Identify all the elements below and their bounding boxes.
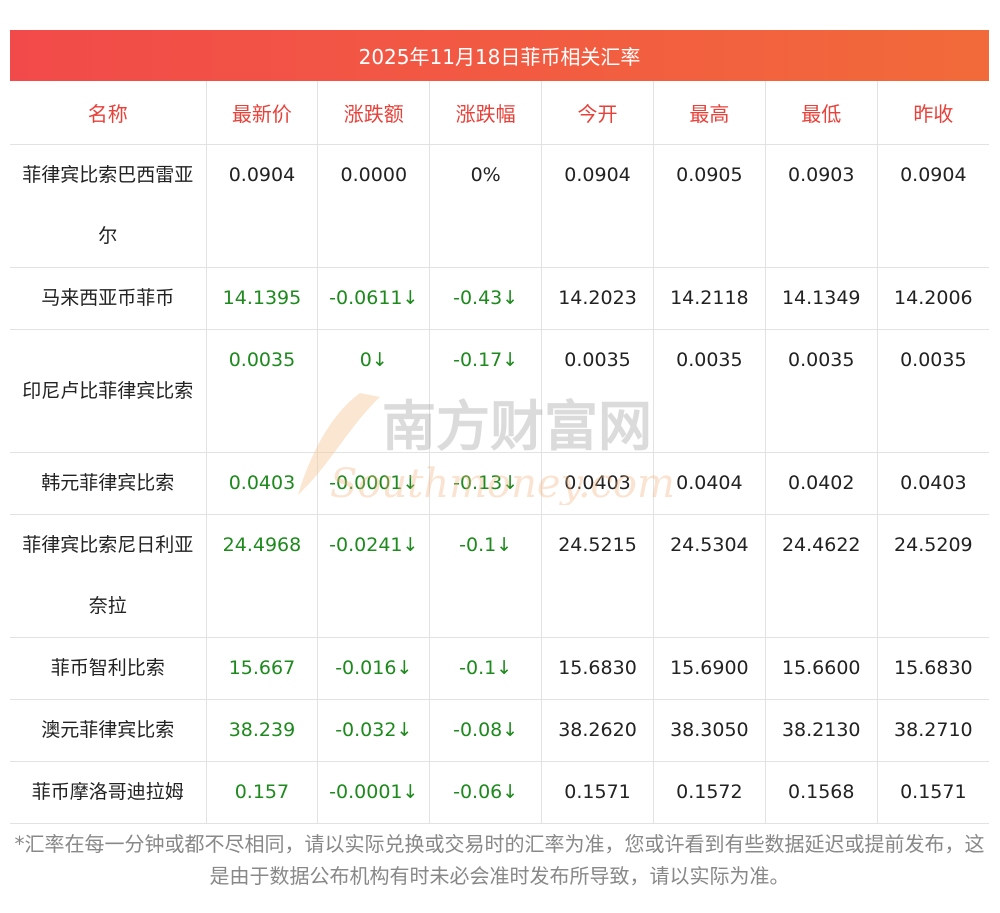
cell-open: 0.0035 xyxy=(541,329,654,453)
cell-pct: -0.1↓ xyxy=(429,637,543,700)
table-row: 马来西亚币菲币 14.1395 -0.0611↓ -0.43↓ 14.2023 14.21… xyxy=(10,267,990,330)
cell-latest: 0.0904 xyxy=(206,144,319,268)
cell-open: 0.0904 xyxy=(541,144,654,268)
header-change: 涨跌额 xyxy=(317,81,431,145)
cell-change: 0↓ xyxy=(317,329,431,453)
cell-open: 38.2620 xyxy=(541,699,654,762)
cell-open: 0.1571 xyxy=(541,761,654,824)
cell-change: -0.0611↓ xyxy=(317,267,431,330)
table-row: 菲律宾比索尼日利亚奈拉 24.4968 -0.0241↓ -0.1↓ 24.5215 24… xyxy=(10,514,990,638)
header-high: 最高 xyxy=(653,81,766,145)
cell-name: 菲币摩洛哥迪拉姆 xyxy=(10,761,207,824)
cell-name: 菲律宾比索巴西雷亚尔 xyxy=(10,144,207,268)
cell-pct: -0.13↓ xyxy=(429,452,543,515)
cell-pct: -0.1↓ xyxy=(429,514,543,638)
cell-latest: 15.667 xyxy=(206,637,319,700)
cell-name: 菲律宾比索尼日利亚奈拉 xyxy=(10,514,207,638)
table-header-row: 名称 最新价 涨跌额 涨跌幅 今开 最高 最低 昨收 xyxy=(10,81,990,145)
cell-name: 澳元菲律宾比索 xyxy=(10,699,207,762)
cell-open: 0.0403 xyxy=(541,452,654,515)
cell-change: -0.0001↓ xyxy=(317,761,431,824)
cell-pct: 0% xyxy=(429,144,543,268)
cell-high: 24.5304 xyxy=(653,514,766,638)
cell-pct: -0.08↓ xyxy=(429,699,543,762)
cell-high: 0.1572 xyxy=(653,761,766,824)
cell-name: 马来西亚币菲币 xyxy=(10,267,207,330)
cell-open: 15.6830 xyxy=(541,637,654,700)
rates-panel: 2025年11月18日菲币相关汇率 名称 最新价 涨跌额 涨跌幅 今开 最高 最… xyxy=(10,30,990,824)
cell-prev: 14.2006 xyxy=(877,267,990,330)
rates-table: 名称 最新价 涨跌额 涨跌幅 今开 最高 最低 昨收 菲律宾比索巴西雷亚尔 0.0… xyxy=(10,81,990,824)
header-prev: 昨收 xyxy=(877,81,990,145)
header-low: 最低 xyxy=(765,81,878,145)
table-row: 韩元菲律宾比索 0.0403 -0.0001↓ -0.13↓ 0.0403 0.0404 0… xyxy=(10,452,990,515)
header-name: 名称 xyxy=(10,81,207,145)
cell-name: 韩元菲律宾比索 xyxy=(10,452,207,515)
cell-prev: 0.1571 xyxy=(877,761,990,824)
cell-open: 24.5215 xyxy=(541,514,654,638)
cell-latest: 0.0035 xyxy=(206,329,319,453)
cell-low: 0.0402 xyxy=(765,452,878,515)
cell-high: 0.0035 xyxy=(653,329,766,453)
table-row: 菲币智利比索 15.667 -0.016↓ -0.1↓ 15.6830 15.6900 15… xyxy=(10,637,990,700)
cell-low: 38.2130 xyxy=(765,699,878,762)
cell-change: -0.032↓ xyxy=(317,699,431,762)
cell-prev: 38.2710 xyxy=(877,699,990,762)
table-row: 印尼卢比菲律宾比索 0.0035 0↓ -0.17↓ 0.0035 0.0035 0.003… xyxy=(10,329,990,453)
cell-change: -0.016↓ xyxy=(317,637,431,700)
cell-high: 0.0905 xyxy=(653,144,766,268)
cell-change: 0.0000 xyxy=(317,144,431,268)
cell-pct: -0.43↓ xyxy=(429,267,543,330)
cell-prev: 15.6830 xyxy=(877,637,990,700)
cell-high: 15.6900 xyxy=(653,637,766,700)
cell-high: 0.0404 xyxy=(653,452,766,515)
cell-low: 14.1349 xyxy=(765,267,878,330)
cell-low: 15.6600 xyxy=(765,637,878,700)
cell-high: 38.3050 xyxy=(653,699,766,762)
cell-prev: 0.0403 xyxy=(877,452,990,515)
cell-prev: 0.0035 xyxy=(877,329,990,453)
footnote: *汇率在每一分钟或都不尽相同，请以实际兑换或交易时的汇率为准，您或许看到有些数据… xyxy=(14,832,985,888)
header-open: 今开 xyxy=(541,81,654,145)
header-latest: 最新价 xyxy=(206,81,319,145)
cell-low: 0.1568 xyxy=(765,761,878,824)
cell-low: 0.0903 xyxy=(765,144,878,268)
cell-latest: 0.0403 xyxy=(206,452,319,515)
cell-latest: 24.4968 xyxy=(206,514,319,638)
cell-high: 14.2118 xyxy=(653,267,766,330)
cell-pct: -0.06↓ xyxy=(429,761,543,824)
table-row: 菲币摩洛哥迪拉姆 0.157 -0.0001↓ -0.06↓ 0.1571 0.1572 0… xyxy=(10,761,990,824)
cell-open: 14.2023 xyxy=(541,267,654,330)
cell-change: -0.0241↓ xyxy=(317,514,431,638)
cell-low: 24.4622 xyxy=(765,514,878,638)
cell-change: -0.0001↓ xyxy=(317,452,431,515)
cell-low: 0.0035 xyxy=(765,329,878,453)
cell-prev: 24.5209 xyxy=(877,514,990,638)
table-row: 菲律宾比索巴西雷亚尔 0.0904 0.0000 0% 0.0904 0.0905 0.09… xyxy=(10,144,990,268)
cell-name: 印尼卢比菲律宾比索 xyxy=(10,329,207,453)
cell-latest: 0.157 xyxy=(206,761,319,824)
table-row: 澳元菲律宾比索 38.239 -0.032↓ -0.08↓ 38.2620 38.3050… xyxy=(10,699,990,762)
cell-latest: 38.239 xyxy=(206,699,319,762)
header-pct: 涨跌幅 xyxy=(429,81,543,145)
cell-prev: 0.0904 xyxy=(877,144,990,268)
page-title: 2025年11月18日菲币相关汇率 xyxy=(10,30,989,81)
cell-name: 菲币智利比索 xyxy=(10,637,207,700)
cell-pct: -0.17↓ xyxy=(429,329,543,453)
cell-latest: 14.1395 xyxy=(206,267,319,330)
